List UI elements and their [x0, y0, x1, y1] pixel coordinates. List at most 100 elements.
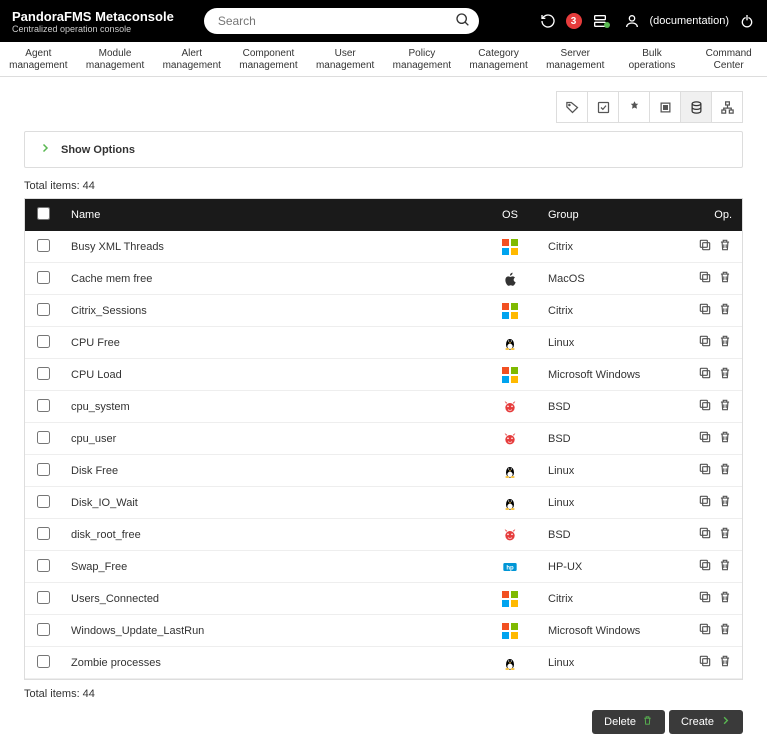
row-checkbox[interactable] [37, 271, 50, 284]
row-name[interactable]: Disk_IO_Wait [61, 487, 482, 519]
nav-item-agent[interactable]: Agentmanagement [0, 48, 77, 72]
trash-icon[interactable] [718, 270, 732, 287]
row-name[interactable]: Users_Connected [61, 583, 482, 615]
svg-text:hp: hp [506, 565, 514, 571]
delete-button[interactable]: Delete [592, 710, 665, 734]
logout-icon[interactable] [739, 13, 755, 29]
windows-icon [502, 239, 518, 255]
row-checkbox[interactable] [37, 463, 50, 476]
copy-icon[interactable] [698, 494, 712, 511]
copy-icon[interactable] [698, 654, 712, 671]
copy-icon[interactable] [698, 526, 712, 543]
row-name[interactable]: Busy XML Threads [61, 231, 482, 263]
row-checkbox[interactable] [37, 527, 50, 540]
row-os [482, 359, 538, 391]
nav-item-category[interactable]: Categorymanagement [460, 48, 537, 72]
tool-network-icon[interactable] [711, 91, 743, 123]
user-icon[interactable] [624, 13, 640, 29]
row-name[interactable]: Citrix_Sessions [61, 295, 482, 327]
row-name[interactable]: CPU Load [61, 359, 482, 391]
row-checkbox[interactable] [37, 239, 50, 252]
copy-icon[interactable] [698, 366, 712, 383]
nav-item-policy[interactable]: Policymanagement [384, 48, 461, 72]
trash-icon[interactable] [718, 558, 732, 575]
trash-icon[interactable] [718, 238, 732, 255]
row-name[interactable]: Swap_Free [61, 551, 482, 583]
row-name[interactable]: Cache mem free [61, 263, 482, 295]
trash-icon[interactable] [718, 334, 732, 351]
copy-icon[interactable] [698, 430, 712, 447]
table-row: Swap_Free hp HP-UX [25, 551, 742, 583]
trash-icon[interactable] [718, 366, 732, 383]
row-checkbox[interactable] [37, 335, 50, 348]
trash-icon[interactable] [718, 494, 732, 511]
trash-icon[interactable] [718, 302, 732, 319]
row-checkbox[interactable] [37, 367, 50, 380]
header-op: Op. [678, 199, 742, 231]
username-label[interactable]: (documentation) [650, 15, 730, 27]
trash-icon[interactable] [718, 526, 732, 543]
copy-icon[interactable] [698, 398, 712, 415]
tool-inventory-icon[interactable] [649, 91, 681, 123]
search-input[interactable] [204, 8, 479, 34]
row-name[interactable]: CPU Free [61, 327, 482, 359]
header-name[interactable]: Name [61, 199, 482, 231]
row-name[interactable]: Zombie processes [61, 647, 482, 679]
nav-item-user[interactable]: Usermanagement [307, 48, 384, 72]
trash-icon[interactable] [718, 462, 732, 479]
copy-icon[interactable] [698, 622, 712, 639]
header-group[interactable]: Group [538, 199, 678, 231]
brand-title: PandoraFMS Metaconsole [12, 9, 174, 24]
create-button[interactable]: Create [669, 710, 743, 734]
row-os [482, 231, 538, 263]
tool-plugin-icon[interactable] [618, 91, 650, 123]
row-checkbox[interactable] [37, 655, 50, 668]
row-name[interactable]: cpu_system [61, 391, 482, 423]
tool-database-icon[interactable] [680, 91, 712, 123]
row-checkbox[interactable] [37, 623, 50, 636]
copy-icon[interactable] [698, 270, 712, 287]
refresh-icon[interactable] [540, 13, 556, 29]
row-name[interactable]: Windows_Update_LastRun [61, 615, 482, 647]
row-checkbox[interactable] [37, 559, 50, 572]
trash-icon[interactable] [718, 398, 732, 415]
copy-icon[interactable] [698, 590, 712, 607]
nav-item-alert[interactable]: Alertmanagement [153, 48, 230, 72]
trash-icon[interactable] [718, 622, 732, 639]
row-checkbox[interactable] [37, 303, 50, 316]
header-checkbox[interactable] [25, 199, 61, 231]
copy-icon[interactable] [698, 334, 712, 351]
nav-item-component[interactable]: Componentmanagement [230, 48, 307, 72]
row-name[interactable]: Disk Free [61, 455, 482, 487]
server-status-icon[interactable] [592, 13, 614, 29]
header-os[interactable]: OS [482, 199, 538, 231]
copy-icon[interactable] [698, 558, 712, 575]
row-name[interactable]: cpu_user [61, 423, 482, 455]
row-checkbox[interactable] [37, 399, 50, 412]
trash-icon[interactable] [718, 590, 732, 607]
row-checkbox[interactable] [37, 431, 50, 444]
trash-icon[interactable] [718, 654, 732, 671]
nav-item-server[interactable]: Servermanagement [537, 48, 614, 72]
nav-item-bulk[interactable]: Bulkoperations [614, 48, 691, 72]
copy-icon[interactable] [698, 302, 712, 319]
trash-icon[interactable] [718, 430, 732, 447]
row-group: HP-UX [538, 551, 678, 583]
nav-item-command[interactable]: CommandCenter [690, 48, 767, 72]
tool-check-icon[interactable] [587, 91, 619, 123]
row-checkbox[interactable] [37, 591, 50, 604]
tool-tag-icon[interactable] [556, 91, 588, 123]
row-checkbox[interactable] [37, 495, 50, 508]
row-os [482, 519, 538, 551]
copy-icon[interactable] [698, 238, 712, 255]
select-all-checkbox[interactable] [37, 207, 50, 220]
row-name[interactable]: disk_root_free [61, 519, 482, 551]
nav-item-module[interactable]: Modulemanagement [77, 48, 154, 72]
table-row: Disk_IO_WaitLinux [25, 487, 742, 519]
table-row: Disk FreeLinux [25, 455, 742, 487]
tool-row [0, 77, 767, 131]
search-icon[interactable] [455, 12, 471, 31]
alert-badge[interactable]: 3 [566, 13, 582, 29]
show-options-bar[interactable]: Show Options [24, 131, 743, 168]
copy-icon[interactable] [698, 462, 712, 479]
